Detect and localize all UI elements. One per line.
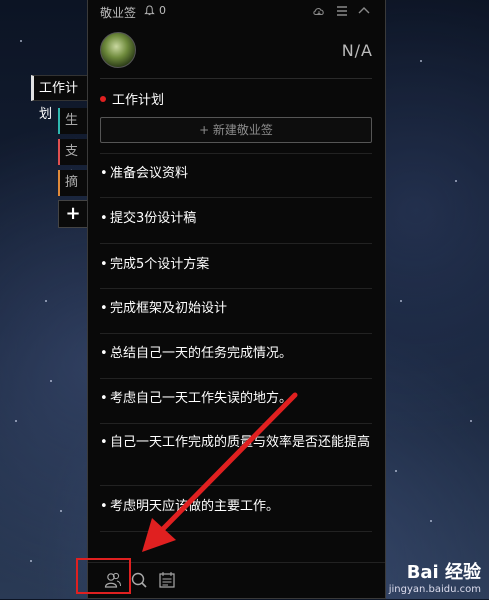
divider [100, 333, 372, 334]
notification-count: 0 [159, 4, 166, 17]
menu-icon[interactable] [335, 4, 349, 18]
tab-life[interactable]: 生活 [58, 108, 88, 154]
watermark-logo: Bai 经验 [406, 562, 481, 583]
divider [100, 423, 372, 424]
divider [100, 288, 372, 289]
task-item[interactable]: • 准备会议资料 [100, 164, 372, 184]
task-item[interactable]: • 总结自己一天的任务完成情况。 [100, 344, 372, 364]
highlight-box [76, 558, 131, 594]
collapse-icon[interactable] [357, 4, 371, 18]
search-icon[interactable] [130, 571, 148, 589]
tab-expense[interactable]: 支出 [58, 139, 88, 185]
status-dot [100, 95, 106, 102]
new-note-button[interactable]: + 新建敬业签 [100, 117, 372, 143]
tab-work-plan[interactable]: 工作计划 [31, 75, 87, 122]
app-title: 敬业签 [100, 6, 137, 20]
divider [100, 531, 372, 532]
bell-icon[interactable] [144, 5, 155, 16]
user-name: N/A [341, 41, 373, 60]
tab-excerpt[interactable]: 摘抄 [58, 170, 88, 216]
task-item[interactable]: • 提交3份设计稿 [100, 209, 372, 229]
avatar[interactable] [100, 32, 136, 68]
add-tab-button[interactable]: + [58, 200, 88, 228]
divider [100, 485, 372, 486]
divider [100, 197, 372, 198]
task-item[interactable]: • 完成5个设计方案 [100, 255, 372, 275]
task-item[interactable]: • 完成框架及初始设计 [100, 299, 372, 319]
task-item[interactable]: • 自己一天工作完成的质量与效率是否还能提高 [100, 433, 372, 453]
note-panel: 敬业签 0 N/A 工作计划 + 新建敬业签 • 准备会议资料 • 提交3份设计稿 … [87, 0, 386, 599]
divider [100, 243, 372, 244]
divider [100, 78, 372, 79]
cloud-sync-icon[interactable] [312, 4, 326, 18]
watermark: Bai 经验 jingyan.baidu.com [389, 558, 481, 595]
watermark-url: jingyan.baidu.com [388, 584, 481, 595]
calendar-icon[interactable] [158, 571, 176, 589]
list-title: 工作计划 [100, 89, 164, 108]
task-item[interactable]: • 考虑明天应该做的主要工作。 [100, 497, 372, 517]
list-title-text: 工作计划 [112, 93, 165, 108]
divider [100, 378, 372, 379]
task-item[interactable]: • 考虑自己一天工作失误的地方。 [100, 389, 372, 409]
title-bar[interactable]: 敬业签 0 [88, 0, 385, 24]
divider [100, 153, 372, 154]
bottom-toolbar [88, 562, 385, 600]
